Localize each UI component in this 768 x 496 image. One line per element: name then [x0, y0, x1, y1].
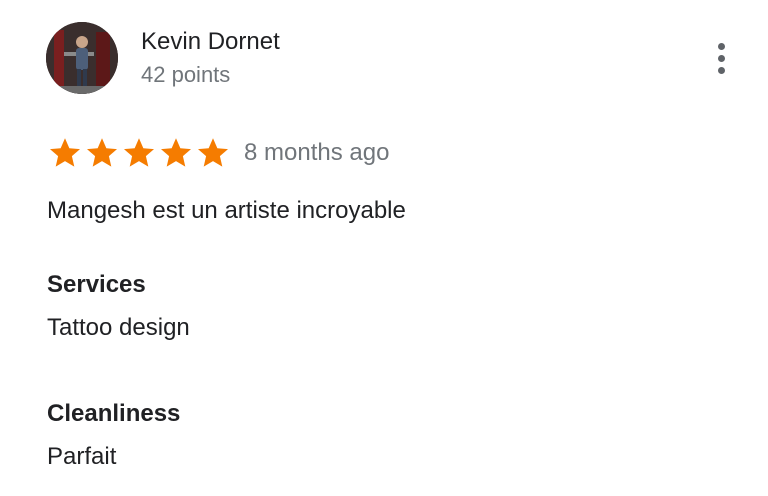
attribute-label-services: Services — [47, 271, 146, 298]
author-points: 42 points — [141, 62, 231, 87]
review-text: Mangesh est un artiste incroyable — [47, 197, 406, 224]
star-icon — [161, 138, 191, 167]
attribute-label-cleanliness: Cleanliness — [47, 400, 181, 427]
author-avatar[interactable] — [46, 22, 118, 94]
rating-row: 8 months ago — [47, 135, 389, 171]
review-card: Kevin Dornet 42 points 8 months ago Mang… — [0, 0, 768, 496]
review-date: 8 months ago — [244, 139, 390, 166]
more-options-button[interactable] — [704, 38, 738, 78]
star-icon — [50, 138, 80, 167]
attribute-value-services: Tattoo design — [47, 314, 190, 341]
attribute-value-cleanliness: Parfait — [47, 443, 117, 470]
star-icon — [87, 138, 117, 167]
star-icon — [198, 138, 228, 167]
star-icon — [124, 138, 154, 167]
star-rating — [47, 135, 232, 171]
more-vert-icon — [717, 42, 725, 50]
author-name[interactable]: Kevin Dornet — [141, 27, 280, 57]
avatar-photo-icon — [46, 22, 118, 94]
